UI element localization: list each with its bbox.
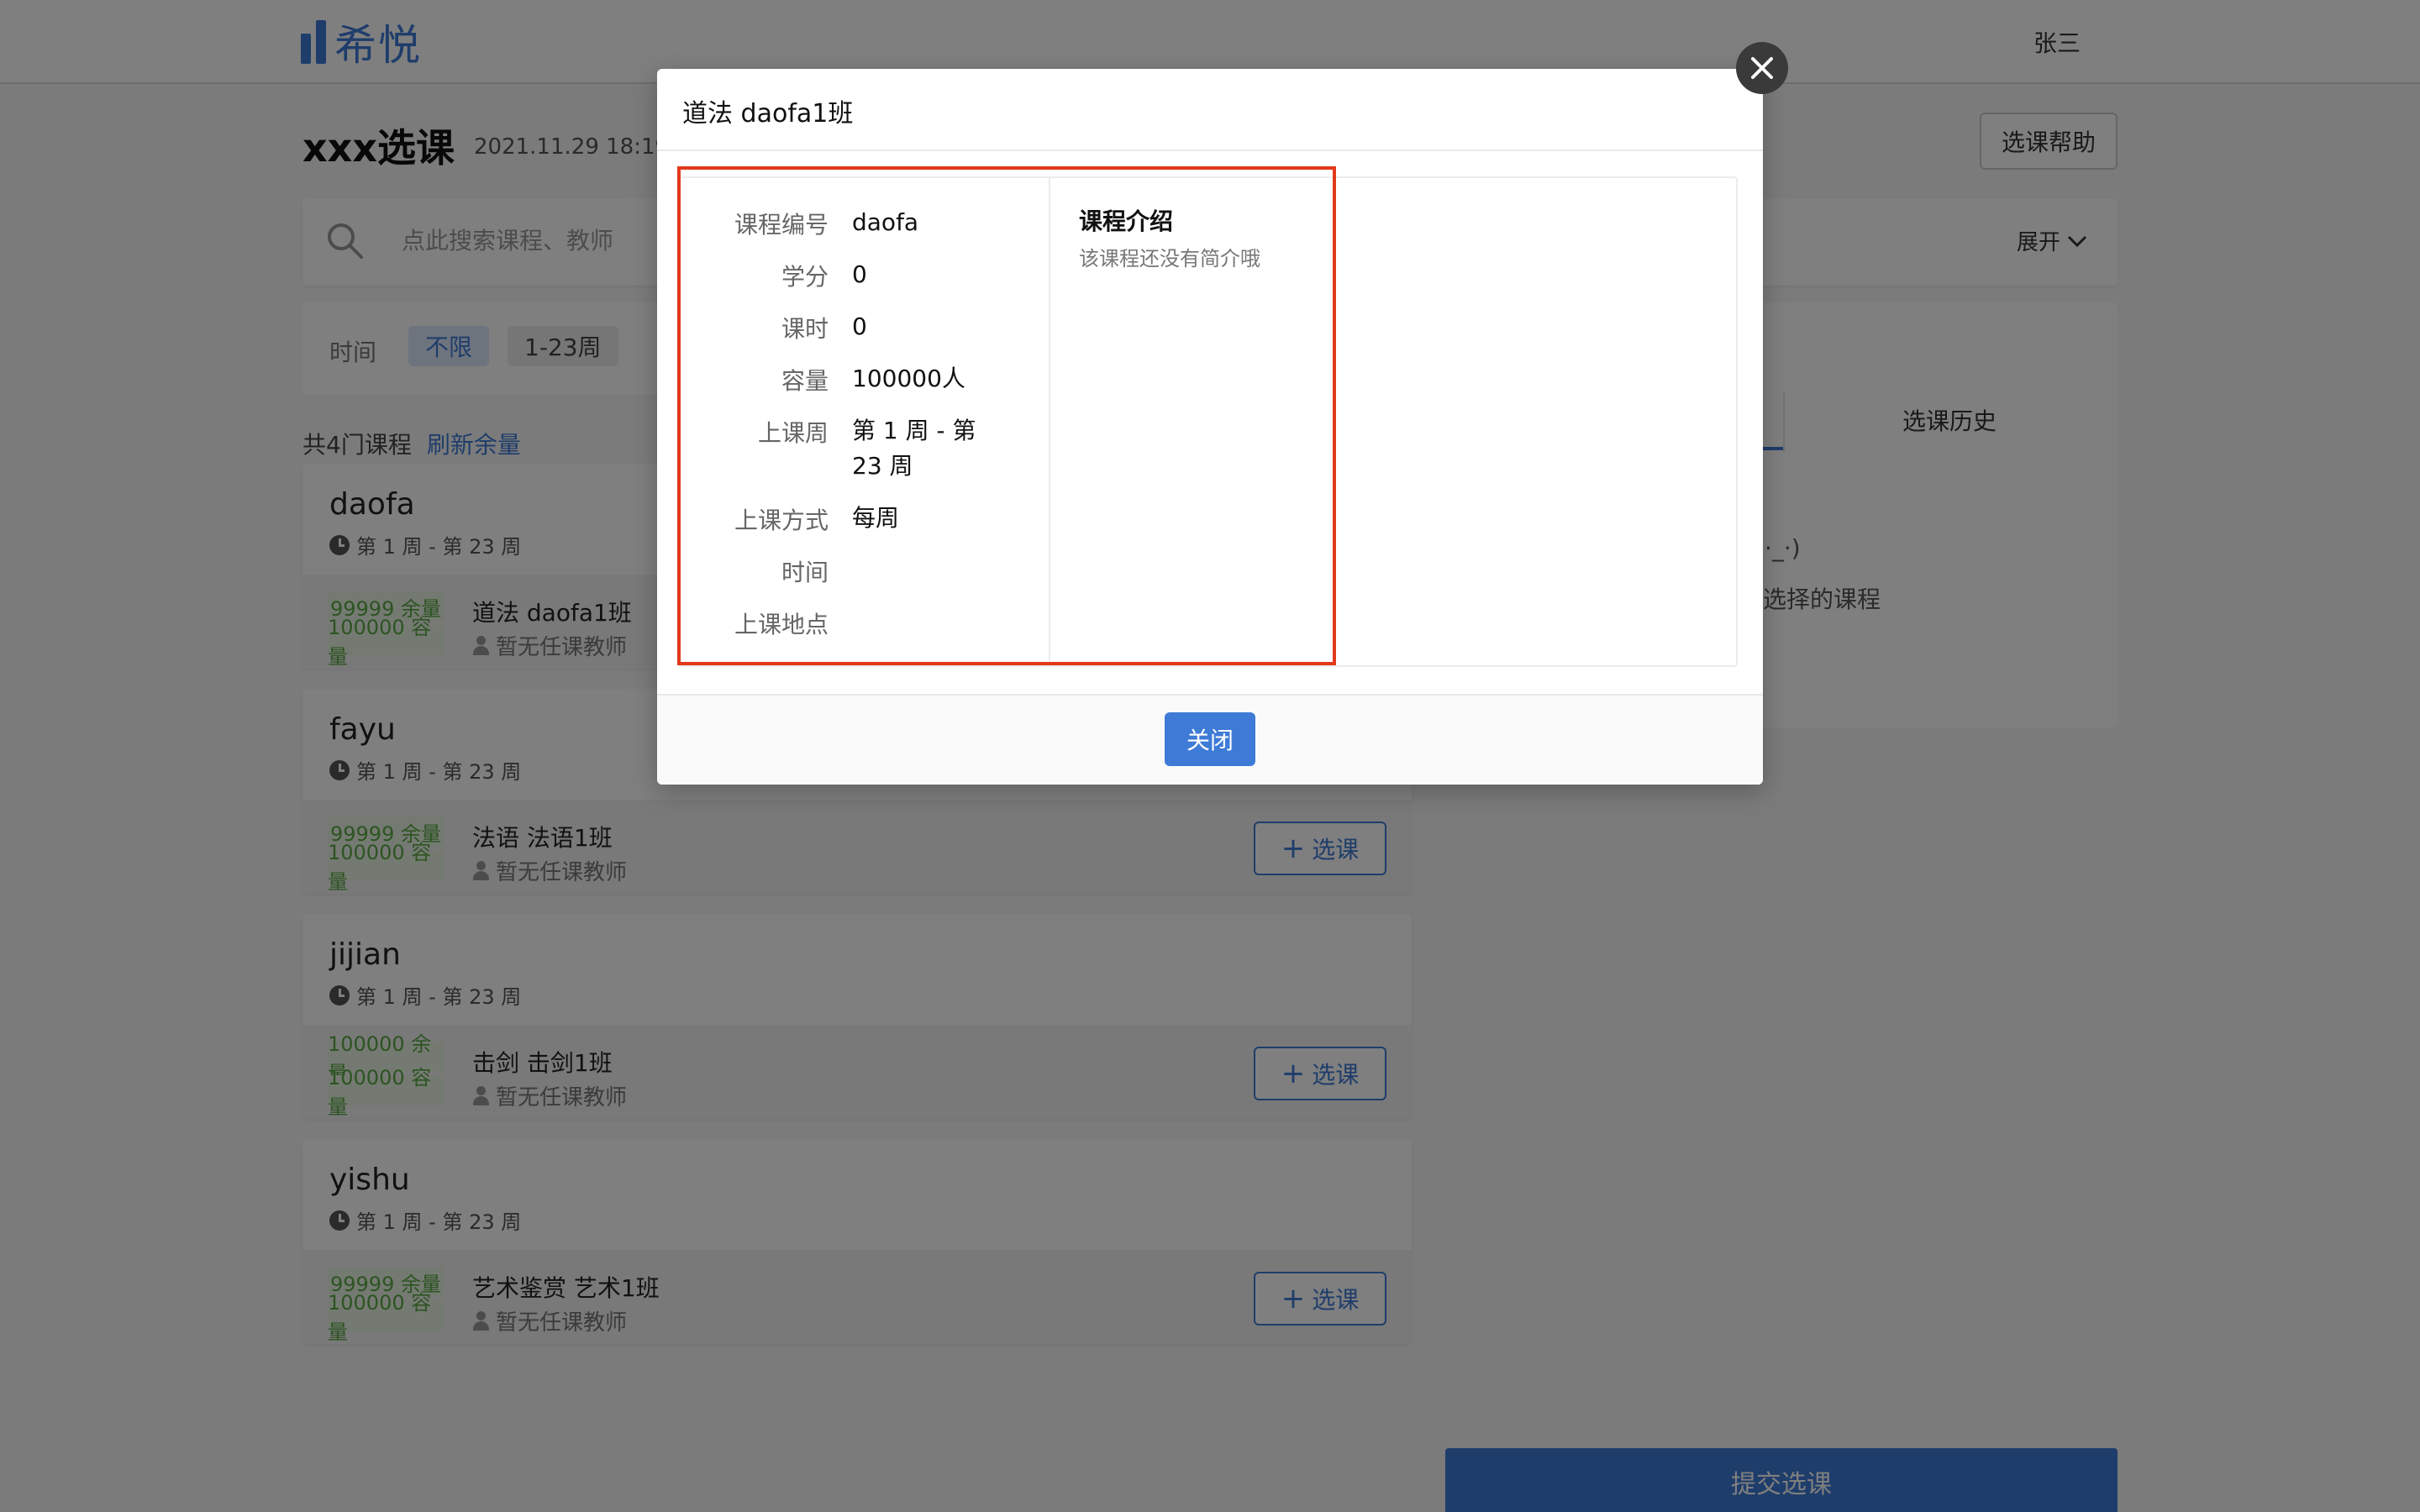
modal-close-button[interactable]	[1736, 42, 1788, 94]
modal-title: 道法 daofa1班	[682, 99, 854, 129]
highlight-annotation-box	[677, 166, 1336, 665]
modal-close-text-button[interactable]: 关闭	[1165, 712, 1255, 766]
close-icon	[1751, 57, 1773, 79]
